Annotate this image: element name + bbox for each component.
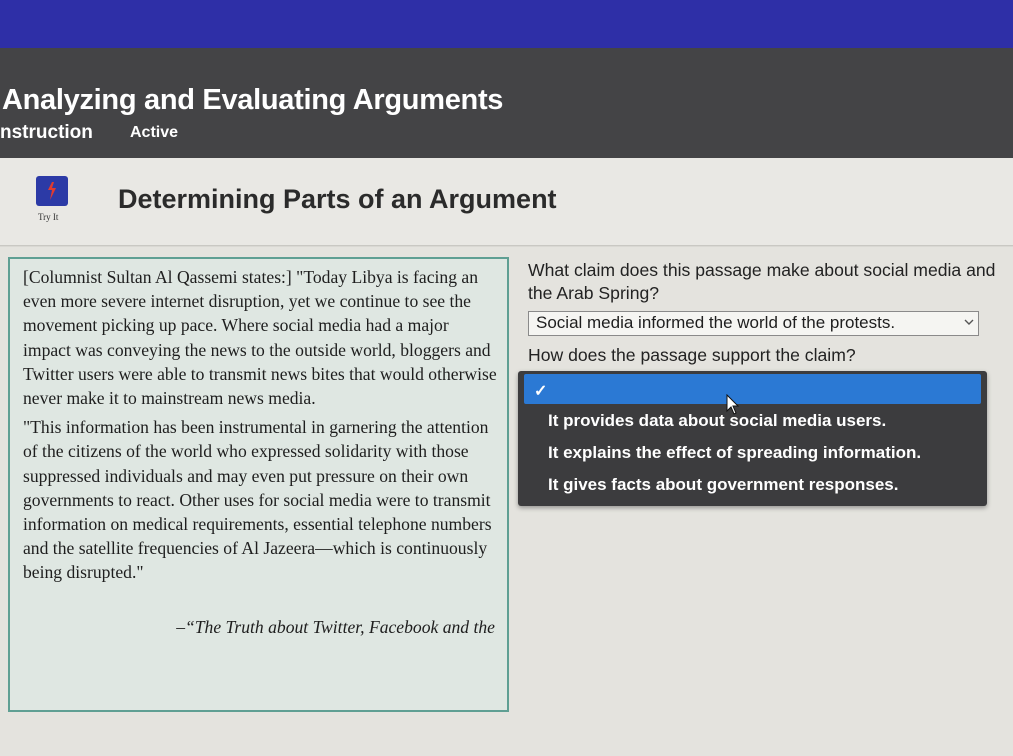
chevron-down-icon	[964, 319, 974, 325]
lesson-header: Analyzing and Evaluating Arguments nstru…	[0, 48, 1013, 158]
browser-top-bar	[0, 0, 1013, 48]
passage-paragraph: [Columnist Sultan Al Qassemi states:] "T…	[23, 267, 497, 409]
question-2-prompt: How does the passage support the claim?	[528, 345, 856, 365]
mouse-cursor-icon	[726, 394, 740, 415]
question-1-prompt: What claim does this passage make about …	[528, 260, 996, 303]
question-1-answer-select[interactable]: Social media informed the world of the p…	[528, 311, 979, 336]
dropdown-option[interactable]: It gives facts about government response…	[548, 475, 978, 495]
dropdown-option[interactable]: It provides data about social media user…	[548, 411, 978, 431]
passage-box: [Columnist Sultan Al Qassemi states:] "T…	[8, 257, 509, 712]
try-it-icon	[36, 176, 68, 206]
section-header: Try It Determining Parts of an Argument	[0, 158, 1013, 246]
check-icon: ✓	[534, 383, 548, 400]
passage-paragraph: "This information has been instrumental …	[23, 417, 492, 583]
try-it-label: Try It	[38, 212, 59, 222]
tab-active[interactable]: Active	[130, 124, 178, 142]
dropdown-option[interactable]: It explains the effect of spreading info…	[548, 443, 978, 463]
section-title: Determining Parts of an Argument	[118, 184, 557, 214]
dropdown-highlighted-item[interactable]: ✓	[524, 374, 981, 404]
tab-instruction[interactable]: nstruction	[0, 122, 93, 144]
lesson-title: Analyzing and Evaluating Arguments	[2, 84, 504, 116]
question-1-selected-value: Social media informed the world of the p…	[536, 313, 896, 332]
question-2-dropdown-menu[interactable]: ✓ It provides data about social media us…	[518, 371, 987, 506]
